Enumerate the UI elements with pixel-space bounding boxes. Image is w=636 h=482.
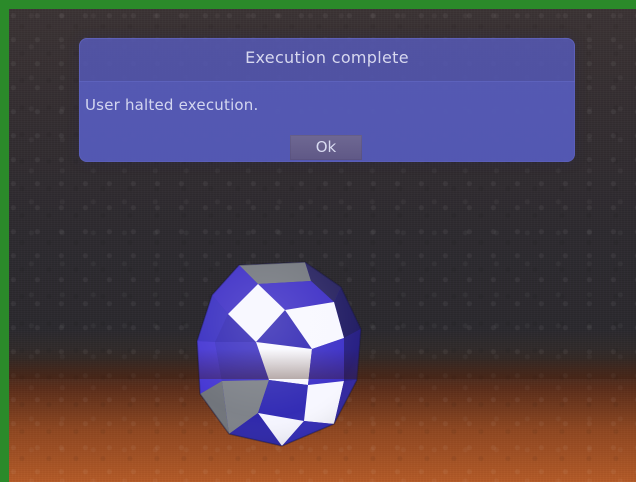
dialog-body: User halted execution. Ok <box>79 81 575 161</box>
execution-dialog: Execution complete User halted execution… <box>79 38 575 162</box>
checkered-ball-graphic <box>196 261 362 447</box>
dialog-title: Execution complete <box>245 48 409 67</box>
checkered-ball-icon <box>184 253 384 449</box>
app-viewport: Execution complete User halted execution… <box>9 9 636 482</box>
ok-button[interactable]: Ok <box>290 135 362 160</box>
dialog-message: User halted execution. <box>85 96 259 114</box>
